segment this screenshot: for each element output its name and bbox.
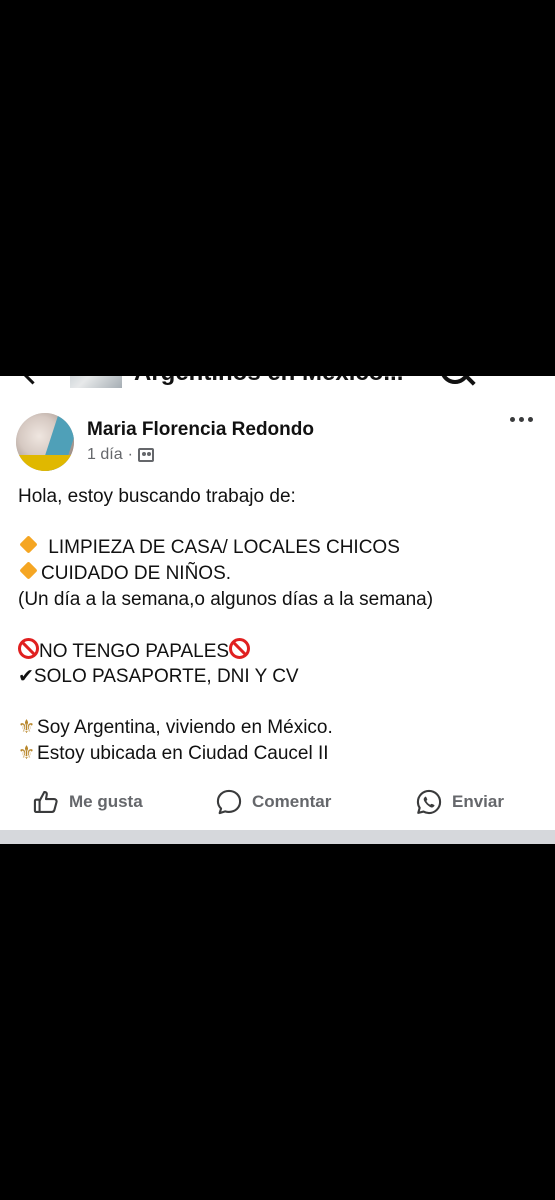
send-button[interactable]: Enviar <box>415 788 504 816</box>
like-label: Me gusta <box>69 792 143 811</box>
fleur-de-lis-icon: ⚜ <box>18 741 36 764</box>
avatar[interactable] <box>16 413 74 471</box>
no-entry-icon <box>229 638 251 660</box>
group-icon <box>137 448 154 462</box>
location-text: Estoy ubicada en Ciudad Caucel II <box>37 742 329 764</box>
comment-button[interactable]: Comentar <box>215 788 331 816</box>
search-icon[interactable] <box>440 376 470 384</box>
post-line-item2: CUIDADO DE NIÑOS. <box>18 561 543 587</box>
post-meta: 1 día · <box>87 446 154 464</box>
orange-diamond-icon <box>19 561 38 580</box>
comment-bubble-icon <box>216 789 242 815</box>
orange-diamond-icon <box>19 535 38 555</box>
post-time[interactable]: 1 día <box>87 446 123 464</box>
meta-separator: · <box>127 446 133 463</box>
docs-text: SOLO PASAPORTE, DNI Y CV <box>33 665 299 687</box>
section-divider <box>0 830 555 844</box>
like-button[interactable]: Me gusta <box>32 788 143 816</box>
item1-text: LIMPIEZA DE CASA/ LOCALES CHICOS <box>48 537 400 559</box>
post-card: Argentinos en México... Maria Florencia … <box>0 376 555 844</box>
post-line-docs: ✔SOLO PASAPORTE, DNI Y CV <box>18 664 543 690</box>
group-name[interactable]: Argentinos en México... <box>134 376 403 387</box>
whatsapp-icon <box>416 789 442 815</box>
post-line-item1: LIMPIEZA DE CASA/ LOCALES CHICOS <box>18 535 543 561</box>
item2-text: CUIDADO DE NIÑOS. <box>41 563 232 585</box>
origin-text: Soy Argentina, viviendo en México. <box>37 717 333 739</box>
post-line-location: ⚜ Estoy ubicada en Ciudad Caucel II <box>18 741 543 767</box>
comment-label: Comentar <box>252 792 332 811</box>
author-name[interactable]: Maria Florencia Redondo <box>87 419 314 441</box>
post-line-origin: ⚜ Soy Argentina, viviendo en México. <box>18 715 543 741</box>
no-papers-text: NO TENGO PAPALES <box>39 641 230 663</box>
chevron-left-icon[interactable] <box>20 376 45 385</box>
group-thumbnail[interactable] <box>70 376 122 388</box>
post-line-no-papers: NO TENGO PAPALES <box>18 638 543 664</box>
post-actions: Me gusta Comentar Enviar <box>0 784 555 824</box>
post-body: Hola, estoy buscando trabajo de: LIMPIEZ… <box>18 484 543 767</box>
send-label: Enviar <box>452 792 504 811</box>
check-mark-icon: ✔ <box>18 664 34 687</box>
no-entry-icon <box>18 638 39 660</box>
group-header: Argentinos en México... <box>0 376 555 388</box>
post-line-intro: Hola, estoy buscando trabajo de: <box>18 486 296 507</box>
post-line-schedule: (Un día a la semana,o algunos días a la … <box>18 588 434 610</box>
more-horizontal-icon[interactable] <box>510 417 533 422</box>
thumbs-up-icon <box>33 790 58 813</box>
fleur-de-lis-icon: ⚜ <box>18 716 36 739</box>
